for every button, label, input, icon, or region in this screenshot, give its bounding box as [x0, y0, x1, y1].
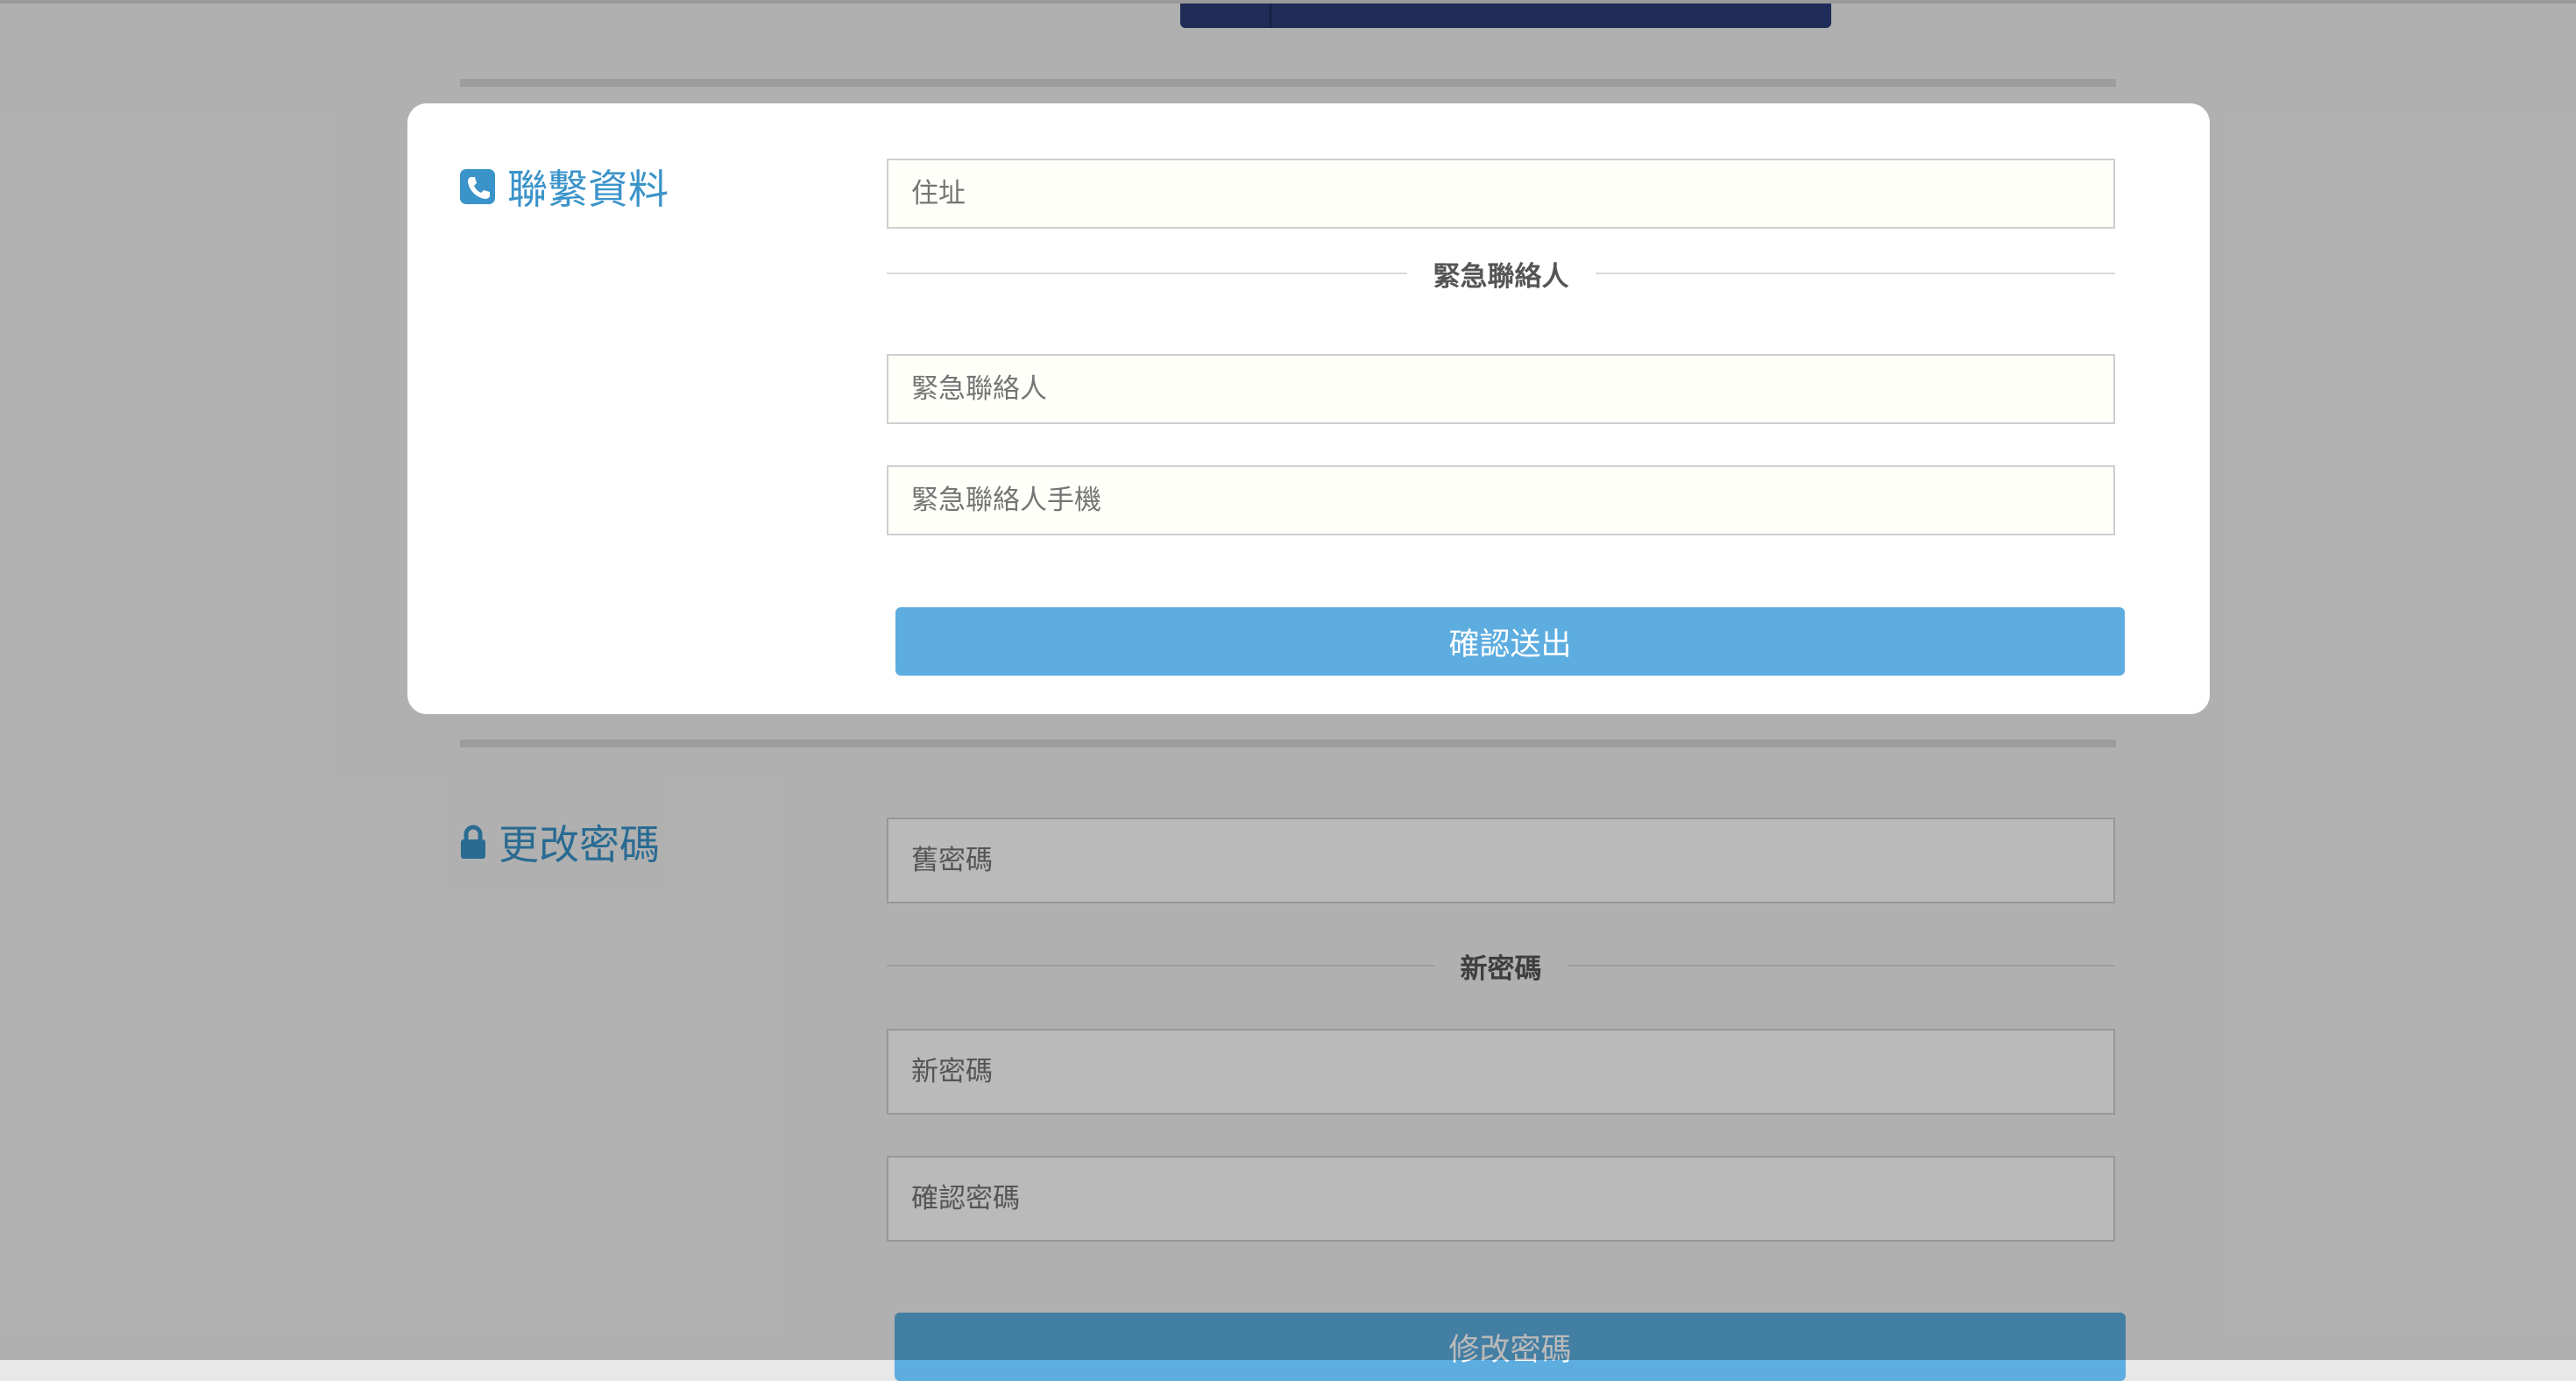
phone-icon: [460, 169, 495, 204]
emergency-phone-input[interactable]: [887, 465, 2115, 535]
contact-info-modal: 聯繫資料 緊急聯絡人 確認送出: [407, 103, 2210, 714]
contact-info-title: 聯繫資料: [507, 166, 669, 213]
emergency-contact-divider-label: 緊急聯絡人: [1433, 260, 1569, 293]
contact-info-heading: 聯繫資料: [460, 158, 669, 216]
confirm-submit-button[interactable]: 確認送出: [895, 607, 2125, 676]
window-top-edge: [0, 0, 2576, 4]
emergency-contact-divider: 緊急聯絡人: [887, 256, 2115, 293]
address-input[interactable]: [887, 159, 2115, 229]
emergency-contact-input[interactable]: [887, 354, 2115, 424]
